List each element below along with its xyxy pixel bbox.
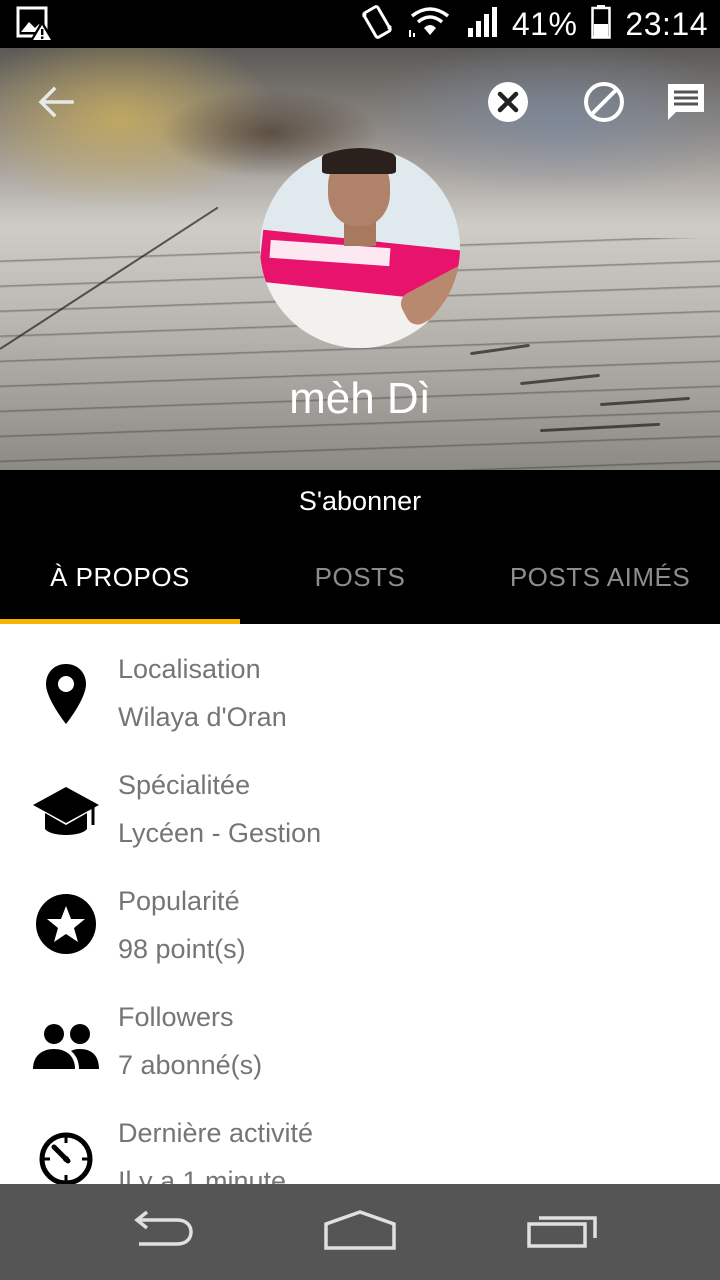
profile-tabs: À PROPOS POSTS POSTS AIMÉS bbox=[0, 532, 720, 624]
subscribe-bar: S'abonner bbox=[0, 470, 720, 532]
system-nav-bar bbox=[0, 1184, 720, 1280]
tab-about[interactable]: À PROPOS bbox=[0, 532, 240, 624]
nav-home-button[interactable] bbox=[315, 1204, 405, 1260]
about-section: Localisation Wilaya d'Oran Spécialitée L… bbox=[0, 624, 720, 1184]
info-row-speciality: Spécialitée Lycéen - Gestion bbox=[0, 770, 720, 886]
signal-icon bbox=[466, 6, 498, 43]
star-circle-icon bbox=[30, 888, 102, 960]
info-label: Dernière activité bbox=[118, 1118, 314, 1148]
avatar[interactable] bbox=[260, 148, 460, 348]
info-label: Popularité bbox=[118, 886, 240, 916]
timer-icon bbox=[30, 1120, 102, 1184]
vibrate-icon bbox=[360, 4, 394, 44]
nav-recents-button[interactable] bbox=[517, 1204, 607, 1260]
info-value: Lycéen - Gestion bbox=[118, 818, 322, 848]
tab-posts[interactable]: POSTS bbox=[240, 532, 480, 624]
info-value: 98 point(s) bbox=[118, 934, 246, 964]
back-button[interactable] bbox=[32, 80, 80, 128]
back-arrow-icon bbox=[36, 82, 76, 127]
user-name: mèh Dì bbox=[289, 374, 431, 423]
location-pin-icon bbox=[30, 658, 102, 730]
subscribe-button[interactable]: S'abonner bbox=[0, 470, 720, 532]
profile-cover: mèh Dì bbox=[0, 48, 720, 470]
block-icon bbox=[582, 80, 626, 129]
graduation-cap-icon bbox=[30, 778, 102, 850]
nav-back-icon bbox=[125, 1210, 195, 1255]
block-button[interactable] bbox=[580, 80, 628, 128]
close-circle-icon bbox=[486, 80, 530, 129]
info-value: Il y a 1 minute bbox=[118, 1166, 287, 1184]
nav-recents-icon bbox=[525, 1210, 599, 1255]
info-row-location: Localisation Wilaya d'Oran bbox=[0, 654, 720, 770]
message-button[interactable] bbox=[662, 80, 710, 128]
info-value: Wilaya d'Oran bbox=[118, 702, 287, 732]
people-icon bbox=[30, 1010, 102, 1082]
battery-percent: 41% bbox=[511, 5, 578, 42]
info-label: Localisation bbox=[118, 654, 261, 684]
info-label: Followers bbox=[118, 1002, 234, 1032]
status-bar: 41% 23:14 bbox=[0, 0, 720, 48]
info-label: Spécialitée bbox=[118, 770, 251, 800]
info-row-followers: Followers 7 abonné(s) bbox=[0, 1002, 720, 1118]
nav-back-button[interactable] bbox=[115, 1204, 205, 1260]
clock: 23:14 bbox=[625, 5, 708, 42]
message-icon bbox=[664, 80, 708, 129]
wifi-icon bbox=[408, 6, 452, 43]
remove-button[interactable] bbox=[484, 80, 532, 128]
image-alert-icon bbox=[16, 6, 55, 42]
battery-icon bbox=[591, 4, 612, 44]
nav-home-icon bbox=[322, 1208, 398, 1257]
info-value: 7 abonné(s) bbox=[118, 1050, 263, 1080]
info-row-popularity: Popularité 98 point(s) bbox=[0, 886, 720, 1002]
tab-liked-posts[interactable]: POSTS AIMÉS bbox=[480, 532, 720, 624]
info-row-last-activity: Dernière activité Il y a 1 minute bbox=[0, 1118, 720, 1184]
